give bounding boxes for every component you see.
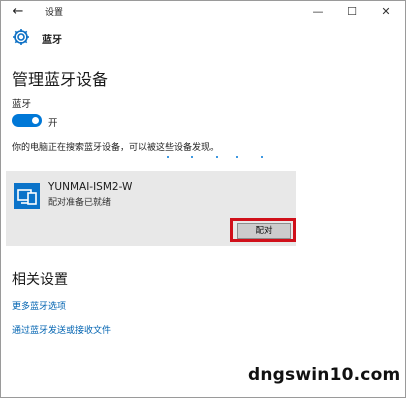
device-name: YUNMAI-ISM2-W bbox=[48, 181, 133, 193]
back-button[interactable]: ← bbox=[9, 3, 27, 21]
device-item[interactable]: YUNMAI-ISM2-W 配对准备已就绪 配对 bbox=[6, 171, 296, 246]
progress-dot bbox=[191, 156, 193, 158]
bluetooth-label: 蓝牙 bbox=[12, 99, 32, 110]
toggle-state-label: 开 bbox=[48, 118, 58, 129]
searching-progress-dots bbox=[161, 156, 301, 160]
device-status: 配对准备已就绪 bbox=[48, 198, 112, 208]
settings-window: ← 设置 — ☐ ✕ 蓝牙 管理蓝牙设备 蓝牙 开 你的电脑正在搜索蓝牙设备，可… bbox=[0, 0, 406, 398]
minimize-button[interactable]: — bbox=[301, 1, 335, 23]
close-button[interactable]: ✕ bbox=[369, 1, 403, 23]
send-receive-files-link[interactable]: 通过蓝牙发送或接收文件 bbox=[12, 323, 111, 336]
title-bar: ← 设置 — ☐ ✕ bbox=[1, 1, 405, 23]
progress-dot bbox=[261, 156, 263, 158]
bluetooth-toggle[interactable] bbox=[12, 114, 42, 127]
toggle-knob bbox=[32, 117, 39, 124]
progress-dot bbox=[167, 156, 169, 158]
more-bluetooth-options-link[interactable]: 更多蓝牙选项 bbox=[12, 299, 66, 312]
maximize-button[interactable]: ☐ bbox=[335, 1, 369, 23]
pair-button[interactable]: 配对 bbox=[237, 223, 291, 239]
related-settings-title: 相关设置 bbox=[12, 272, 68, 288]
gear-icon bbox=[13, 29, 29, 45]
window-title: 设置 bbox=[45, 8, 64, 18]
page-title: 管理蓝牙设备 bbox=[12, 70, 109, 89]
pair-button-highlight: 配对 bbox=[230, 218, 296, 242]
progress-dot bbox=[216, 156, 218, 158]
header-title: 蓝牙 bbox=[42, 35, 62, 46]
devices-icon bbox=[14, 183, 40, 209]
status-text: 你的电脑正在搜索蓝牙设备，可以被这些设备发现。 bbox=[12, 143, 220, 153]
site-watermark: dngswin10.com bbox=[248, 365, 401, 385]
progress-dot bbox=[236, 156, 238, 158]
